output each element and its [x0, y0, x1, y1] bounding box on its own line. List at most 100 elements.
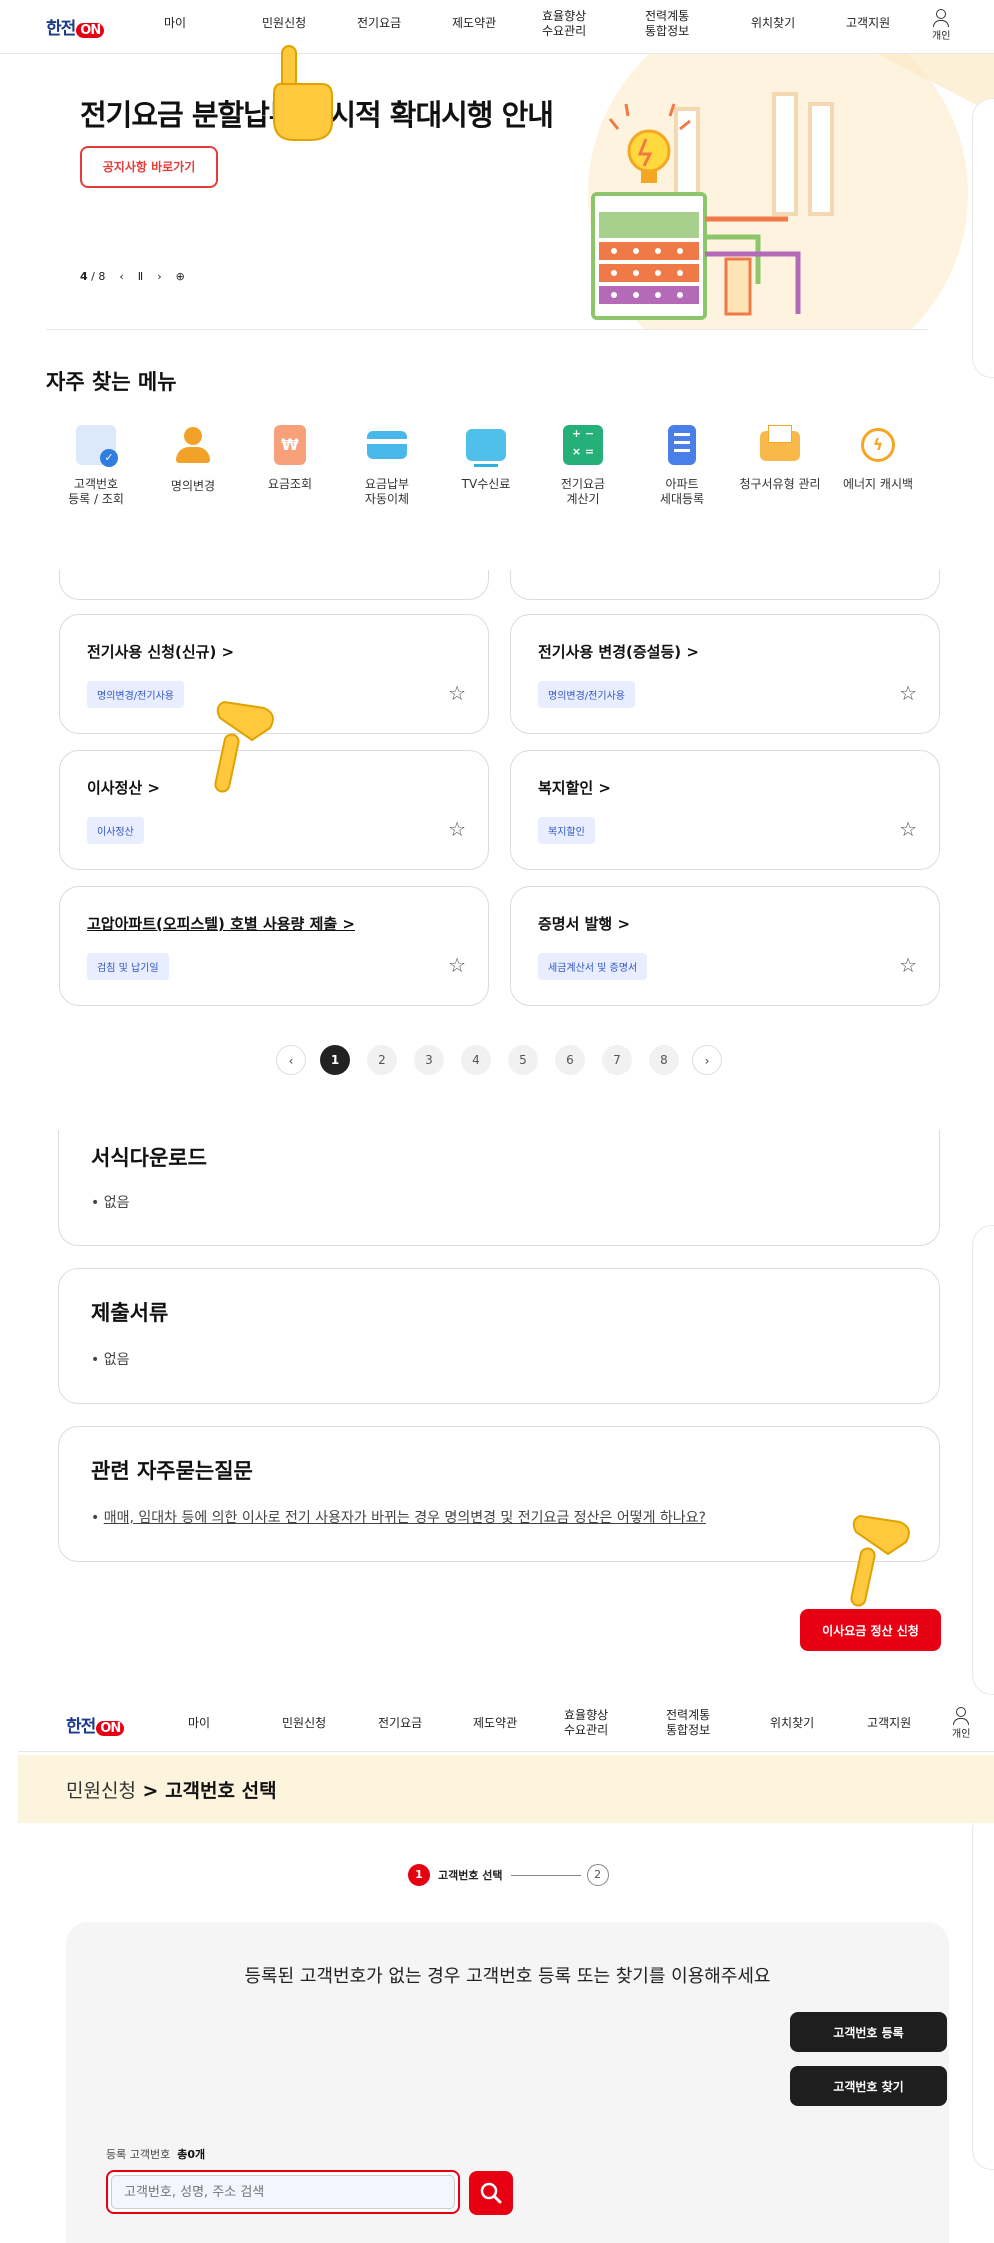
pagination-page-6[interactable]: 6	[555, 1045, 585, 1075]
service-card-title[interactable]: 복지할인 >	[538, 777, 611, 798]
freq-label: 고객번호 등록 / 조회	[68, 477, 124, 506]
frequent-menu-title: 자주 찾는 메뉴	[46, 370, 177, 394]
freq-item-bill-type[interactable]: 청구서유형 관리	[734, 425, 826, 492]
breadcrumb: 민원신청 > 고객번호 선택	[18, 1755, 994, 1823]
service-card-tag: 복지할인	[538, 817, 595, 844]
freq-label: 전기요금 계산기	[560, 477, 606, 506]
service-card-welfare-discount[interactable]: 복지할인 > 복지할인 ☆	[510, 750, 940, 870]
user-menu[interactable]: 개인	[952, 1707, 970, 1740]
required-documents-section: 제출서류 • 없음	[58, 1268, 940, 1404]
search-button[interactable]	[469, 2171, 513, 2215]
freq-item-bill-inquiry[interactable]: ₩ 요금조회	[244, 425, 336, 492]
pagination-page-3[interactable]: 3	[414, 1045, 444, 1075]
user-icon	[956, 1707, 967, 1717]
pagination-page-2[interactable]: 2	[367, 1045, 397, 1075]
service-card-tag: 명의변경/전기사용	[87, 681, 184, 708]
nav-item-location[interactable]: 위치찾기	[770, 1716, 814, 1731]
freq-item-tv-fee[interactable]: TV수신료	[440, 425, 532, 492]
star-icon[interactable]: ☆	[899, 953, 917, 977]
freq-item-apartment[interactable]: 아파트 세대등록	[636, 425, 728, 507]
step-1-label: 고객번호 선택	[438, 1869, 503, 1882]
pagination-next[interactable]: ›	[692, 1045, 722, 1075]
star-icon[interactable]: ☆	[448, 953, 466, 977]
nav-item-support[interactable]: 고객지원	[846, 16, 890, 31]
nav-item-support[interactable]: 고객지원	[867, 1716, 911, 1731]
pagination-page-7[interactable]: 7	[602, 1045, 632, 1075]
documents-body: • 없음	[91, 1352, 130, 1368]
side-panel-edge	[972, 1225, 994, 1695]
pagination-page-5[interactable]: 5	[508, 1045, 538, 1075]
nav-item-grid-info[interactable]: 전력계통 통합정보	[645, 9, 689, 39]
calculator-icon: + − × =	[563, 425, 603, 465]
nav-item-electric-bill[interactable]: 전기요금	[378, 1716, 422, 1731]
customer-number-panel: 등록된 고객번호가 없는 경우 고객번호 등록 또는 찾기를 이용해주세요 고객…	[66, 1922, 949, 2243]
section-divider	[46, 329, 928, 330]
service-card-title[interactable]: 고압아파트(오피스텔) 호별 사용량 제출 >	[87, 913, 355, 934]
nav-item-my[interactable]: 마이	[164, 16, 186, 31]
apply-settlement-button[interactable]: 이사요금 정산 신청	[800, 1609, 941, 1651]
service-card-apartment-usage[interactable]: 고압아파트(오피스텔) 호별 사용량 제출 > 검침 및 납기일 ☆	[59, 886, 489, 1006]
nav-item-efficiency[interactable]: 효율향상 수요관리	[564, 1708, 608, 1738]
faq-item: • 매매, 임대차 등에 의한 이사로 전기 사용자가 바뀌는 경우 명의변경 …	[91, 1510, 706, 1526]
pointing-hand-icon	[273, 45, 333, 141]
step-1-badge: 1	[408, 1864, 430, 1886]
freq-item-customer-number[interactable]: ✓ 고객번호 등록 / 조회	[50, 425, 142, 507]
add-circle-icon[interactable]: ⊕	[176, 270, 185, 283]
star-icon[interactable]: ☆	[899, 817, 917, 841]
power-plant-illustration	[588, 54, 994, 329]
forms-download-section: 서식다운로드 • 없음	[58, 1130, 940, 1246]
service-card-title[interactable]: 전기사용 변경(증설등) >	[538, 641, 699, 662]
service-card-tag: 이사정산	[87, 817, 144, 844]
freq-item-energy-cashback[interactable]: ϟ 에너지 캐시백	[832, 425, 924, 492]
search-icon	[480, 2182, 502, 2204]
service-card-title[interactable]: 이사정산 >	[87, 777, 160, 798]
notice-button[interactable]: 공지사항 바로가기	[80, 146, 218, 188]
service-card-supply-change[interactable]: 전기사용 변경(증설등) > 명의변경/전기사용 ☆	[510, 614, 940, 734]
pagination-page-8[interactable]: 8	[649, 1045, 679, 1075]
pagination-page-1[interactable]: 1	[320, 1045, 350, 1075]
service-card-title[interactable]: 증명서 발행 >	[538, 913, 630, 934]
side-panel-edge	[972, 1810, 994, 2170]
pagination-page-4[interactable]: 4	[461, 1045, 491, 1075]
kepco-on-logo[interactable]: 한전 ON	[46, 14, 105, 39]
nav-item-terms[interactable]: 제도약관	[452, 16, 496, 31]
nav-item-location[interactable]: 위치찾기	[751, 16, 795, 31]
nav-item-my[interactable]: 마이	[188, 1716, 210, 1731]
energy-cashback-icon: ϟ	[861, 428, 895, 462]
document-check-icon: ✓	[76, 425, 118, 467]
faq-link[interactable]: 매매, 임대차 등에 의한 이사로 전기 사용자가 바뀌는 경우 명의변경 및 …	[104, 1510, 706, 1526]
nav-item-efficiency[interactable]: 효율향상 수요관리	[542, 9, 586, 39]
pagination-prev[interactable]: ‹	[276, 1045, 306, 1075]
next-slide-icon[interactable]: ›	[157, 270, 161, 283]
pause-icon[interactable]: Ⅱ	[138, 270, 143, 283]
find-customer-number-button[interactable]: 고객번호 찾기	[790, 2066, 947, 2106]
customer-search-input[interactable]	[111, 2175, 455, 2209]
star-icon[interactable]: ☆	[448, 817, 466, 841]
star-icon[interactable]: ☆	[899, 681, 917, 705]
user-menu[interactable]: 개인	[932, 9, 950, 42]
nav-item-civil-request[interactable]: 민원신청	[262, 16, 306, 31]
user-icon	[936, 9, 947, 19]
freq-item-auto-pay[interactable]: 요금납부 자동이체	[341, 425, 433, 507]
freq-item-name-change[interactable]: 명의변경	[147, 425, 239, 494]
registered-count: 등록 고객번호 총0개	[106, 2148, 206, 2161]
nav-item-civil-request[interactable]: 민원신청	[282, 1716, 326, 1731]
nav-item-grid-info[interactable]: 전력계통 통합정보	[666, 1708, 710, 1738]
top-navigation: 한전 ON 마이 민원신청 전기요금 제도약관 효율향상 수요관리 전력계통 통합…	[0, 0, 994, 54]
nav-item-terms[interactable]: 제도약관	[473, 1716, 517, 1731]
register-customer-number-button[interactable]: 고객번호 등록	[790, 2012, 947, 2052]
freq-item-calculator[interactable]: + − × = 전기요금 계산기	[537, 425, 629, 507]
kepco-on-logo[interactable]: 한전 ON	[66, 1712, 125, 1737]
top-navigation-2: 한전 ON 마이 민원신청 전기요금 제도약관 효율향상 수요관리 전력계통 통합…	[18, 1698, 994, 1752]
hero-page-indicator: 4 / 8	[80, 270, 106, 283]
documents-title: 제출서류	[91, 1301, 169, 1325]
service-card-title[interactable]: 전기사용 신청(신규) >	[87, 641, 234, 662]
prev-slide-icon[interactable]: ‹	[119, 270, 123, 283]
side-panel-edge	[972, 98, 994, 378]
service-card-certificate[interactable]: 증명서 발행 > 세금계산서 및 증명서 ☆	[510, 886, 940, 1006]
nav-item-electric-bill[interactable]: 전기요금	[357, 16, 401, 31]
tv-icon	[466, 429, 506, 467]
freq-label: 에너지 캐시백	[842, 477, 914, 491]
search-field-wrapper	[106, 2170, 460, 2214]
star-icon[interactable]: ☆	[448, 681, 466, 705]
